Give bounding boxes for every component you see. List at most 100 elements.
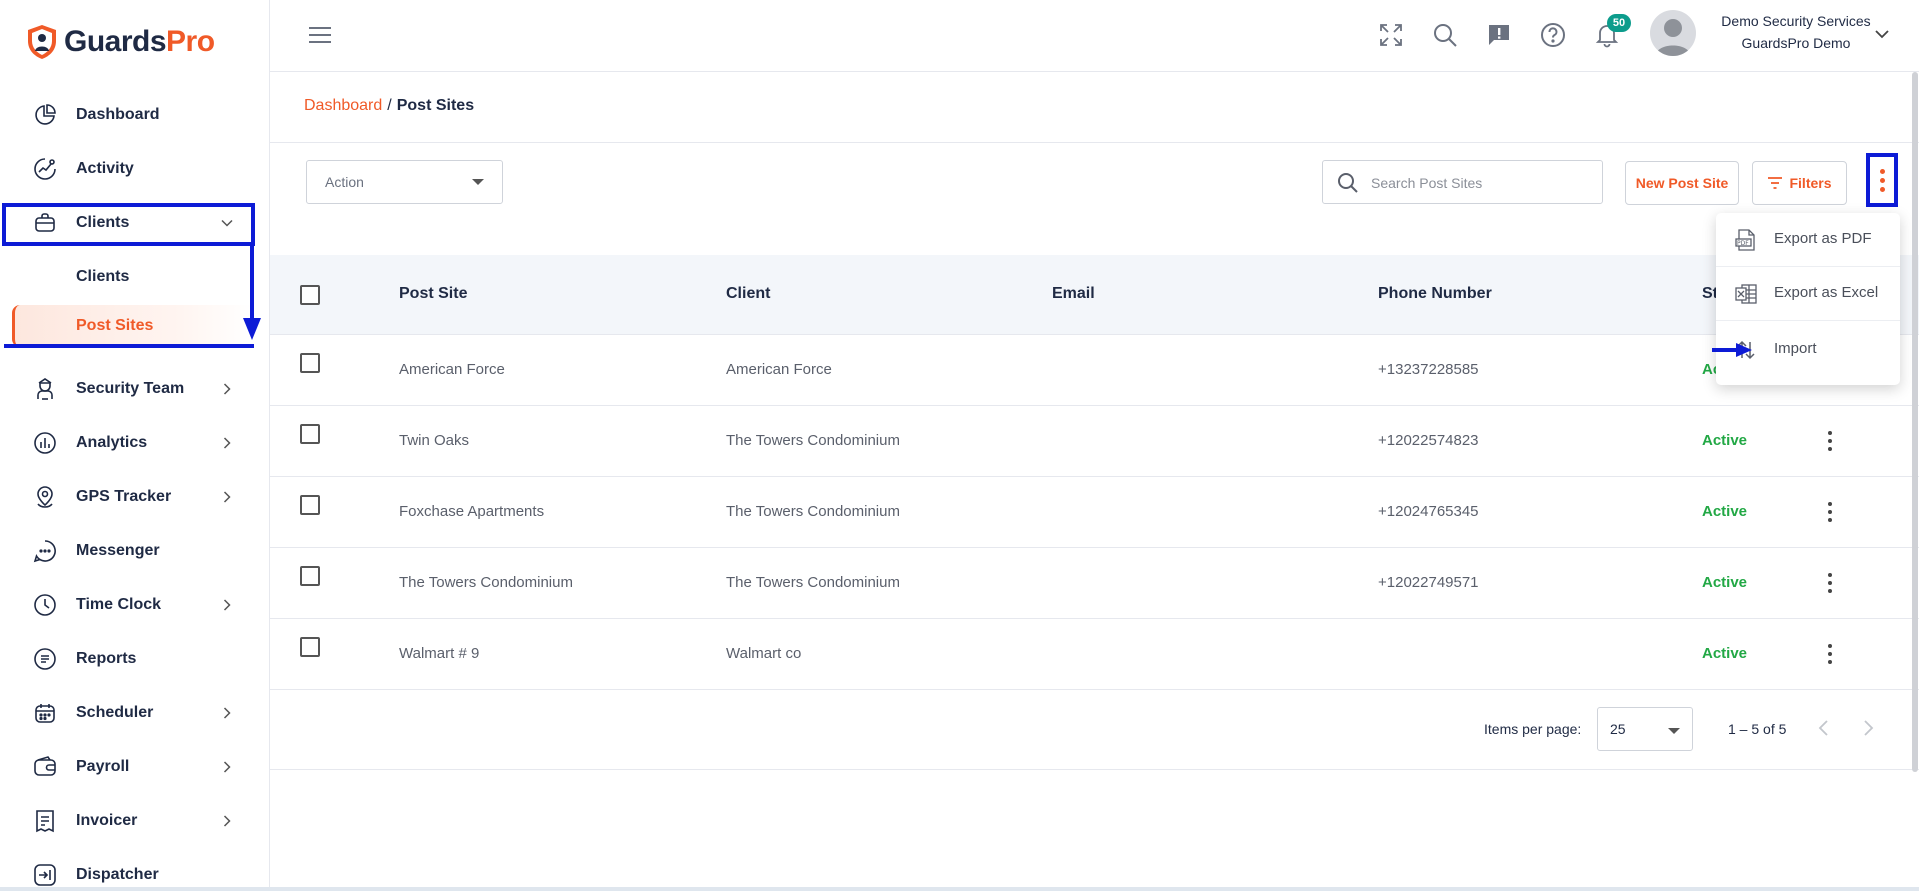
divider bbox=[270, 142, 1919, 143]
help-icon[interactable] bbox=[1540, 22, 1566, 48]
logo-text-part2: Pro bbox=[166, 25, 215, 58]
cell-phone: +12022749571 bbox=[1378, 574, 1479, 591]
cell-client: The Towers Condominium bbox=[726, 503, 900, 520]
items-per-page-select[interactable]: 25 bbox=[1597, 707, 1693, 751]
sidebar-item-dispatcher[interactable]: Dispatcher bbox=[0, 855, 270, 891]
table-row[interactable]: Foxchase Apartments The Towers Condomini… bbox=[270, 477, 1919, 548]
action-select[interactable]: Action bbox=[306, 160, 503, 204]
annotation-arrow-down-icon bbox=[243, 318, 261, 340]
cell-phone: +13237228585 bbox=[1378, 361, 1479, 378]
search-icon[interactable] bbox=[1432, 22, 1458, 48]
cell-status: Active bbox=[1702, 645, 1748, 662]
caret-down-icon bbox=[472, 179, 484, 185]
table-row[interactable]: The Towers Condominium The Towers Condom… bbox=[270, 548, 1919, 619]
column-header-phone[interactable]: Phone Number bbox=[1378, 285, 1492, 303]
chevron-right-icon bbox=[223, 491, 231, 503]
cell-client: American Force bbox=[726, 361, 832, 378]
dispatcher-icon bbox=[32, 862, 58, 888]
logo[interactable]: GuardsPro bbox=[26, 24, 215, 60]
shield-logo-icon bbox=[28, 25, 56, 59]
breadcrumb-separator: / bbox=[387, 97, 392, 114]
row-menu-button[interactable] bbox=[1826, 428, 1834, 454]
fullscreen-icon[interactable] bbox=[1378, 22, 1404, 48]
column-header-post-site[interactable]: Post Site bbox=[399, 285, 467, 303]
excel-icon bbox=[1735, 284, 1757, 304]
security-team-icon bbox=[32, 376, 58, 402]
chevron-right-icon bbox=[223, 599, 231, 611]
sidebar-item-clients[interactable]: Clients bbox=[0, 203, 270, 243]
sidebar-subitem-clients[interactable]: Clients bbox=[12, 256, 252, 298]
row-menu-button[interactable] bbox=[1826, 499, 1834, 525]
sidebar-item-time-clock[interactable]: Time Clock bbox=[0, 585, 270, 625]
row-checkbox[interactable] bbox=[300, 424, 320, 444]
cell-post-site[interactable]: Walmart # 9 bbox=[399, 645, 479, 662]
vertical-scrollbar[interactable] bbox=[1912, 72, 1918, 772]
logo-text-part1: Guards bbox=[64, 25, 167, 58]
sidebar-item-scheduler[interactable]: Scheduler bbox=[0, 693, 270, 733]
sidebar-item-label: Dashboard bbox=[76, 106, 160, 123]
menu-item-export-pdf[interactable]: PDF Export as PDF bbox=[1716, 213, 1900, 267]
wallet-icon bbox=[32, 754, 58, 780]
chevron-left-icon[interactable] bbox=[1816, 719, 1832, 737]
filters-button[interactable]: Filters bbox=[1752, 161, 1847, 205]
sidebar-item-activity[interactable]: Activity bbox=[0, 149, 270, 189]
new-post-site-button[interactable]: New Post Site bbox=[1625, 161, 1739, 205]
sidebar-item-security-team[interactable]: Security Team bbox=[0, 369, 270, 409]
sidebar-item-invoicer[interactable]: Invoicer bbox=[0, 801, 270, 841]
hamburger-menu-icon[interactable] bbox=[308, 25, 332, 45]
search-field[interactable] bbox=[1322, 160, 1603, 204]
user-name[interactable]: Demo Security Services bbox=[1706, 13, 1886, 29]
row-checkbox[interactable] bbox=[300, 637, 320, 657]
row-menu-button[interactable] bbox=[1826, 641, 1834, 667]
cell-post-site[interactable]: Foxchase Apartments bbox=[399, 503, 544, 520]
action-select-value: Action bbox=[325, 174, 364, 190]
cell-client: The Towers Condominium bbox=[726, 574, 900, 591]
breadcrumb-dashboard-link[interactable]: Dashboard bbox=[304, 97, 382, 114]
search-icon bbox=[1338, 173, 1358, 193]
row-checkbox[interactable] bbox=[300, 566, 320, 586]
cell-post-site[interactable]: Twin Oaks bbox=[399, 432, 469, 449]
user-silhouette-icon bbox=[1655, 19, 1691, 56]
sidebar-item-label: Security Team bbox=[76, 380, 185, 397]
avatar[interactable] bbox=[1650, 10, 1696, 56]
cell-status: Active bbox=[1702, 574, 1748, 591]
gps-icon bbox=[32, 484, 58, 510]
sidebar-item-payroll[interactable]: Payroll bbox=[0, 747, 270, 787]
sidebar-subitem-post-sites[interactable]: Post Sites bbox=[12, 305, 252, 347]
column-header-email[interactable]: Email bbox=[1052, 285, 1095, 303]
chevron-right-icon bbox=[223, 761, 231, 773]
sidebar-item-label: Dispatcher bbox=[76, 866, 159, 883]
table-row[interactable]: American Force American Force +132372285… bbox=[270, 335, 1919, 406]
cell-phone: +12022574823 bbox=[1378, 432, 1479, 449]
chevron-down-icon[interactable] bbox=[1874, 28, 1890, 40]
sidebar: GuardsPro Dashboard Activity Clients Cli… bbox=[0, 0, 270, 891]
pagination: Items per page: 25 1 – 5 of 5 bbox=[270, 688, 1919, 770]
table-row[interactable]: Twin Oaks The Towers Condominium +120225… bbox=[270, 406, 1919, 477]
user-organization[interactable]: GuardsPro Demo bbox=[1706, 35, 1886, 51]
row-checkbox[interactable] bbox=[300, 353, 320, 373]
more-options-button[interactable] bbox=[1866, 153, 1898, 207]
select-all-checkbox[interactable] bbox=[300, 285, 320, 305]
sidebar-item-reports[interactable]: Reports bbox=[0, 639, 270, 679]
column-header-client[interactable]: Client bbox=[726, 285, 770, 303]
cell-post-site[interactable]: The Towers Condominium bbox=[399, 574, 573, 591]
chevron-right-icon[interactable] bbox=[1860, 719, 1876, 737]
sidebar-item-analytics[interactable]: Analytics bbox=[0, 423, 270, 463]
caret-down-icon bbox=[1668, 728, 1680, 734]
row-menu-button[interactable] bbox=[1826, 570, 1834, 596]
table-row[interactable]: Walmart # 9 Walmart co Active bbox=[270, 619, 1919, 690]
sidebar-item-messenger[interactable]: Messenger bbox=[0, 531, 270, 571]
sidebar-item-dashboard[interactable]: Dashboard bbox=[0, 95, 270, 135]
clock-icon bbox=[32, 592, 58, 618]
calendar-icon bbox=[32, 700, 58, 726]
cell-post-site[interactable]: American Force bbox=[399, 361, 505, 378]
row-checkbox[interactable] bbox=[300, 495, 320, 515]
cell-phone: +12024765345 bbox=[1378, 503, 1479, 520]
sidebar-item-label: Payroll bbox=[76, 758, 130, 775]
feedback-icon[interactable] bbox=[1486, 22, 1512, 48]
analytics-icon bbox=[32, 430, 58, 456]
sidebar-item-gps-tracker[interactable]: GPS Tracker bbox=[0, 477, 270, 517]
notification-badge[interactable]: 50 bbox=[1607, 14, 1631, 32]
search-input[interactable] bbox=[1371, 171, 1591, 195]
menu-item-export-excel[interactable]: Export as Excel bbox=[1716, 267, 1900, 321]
